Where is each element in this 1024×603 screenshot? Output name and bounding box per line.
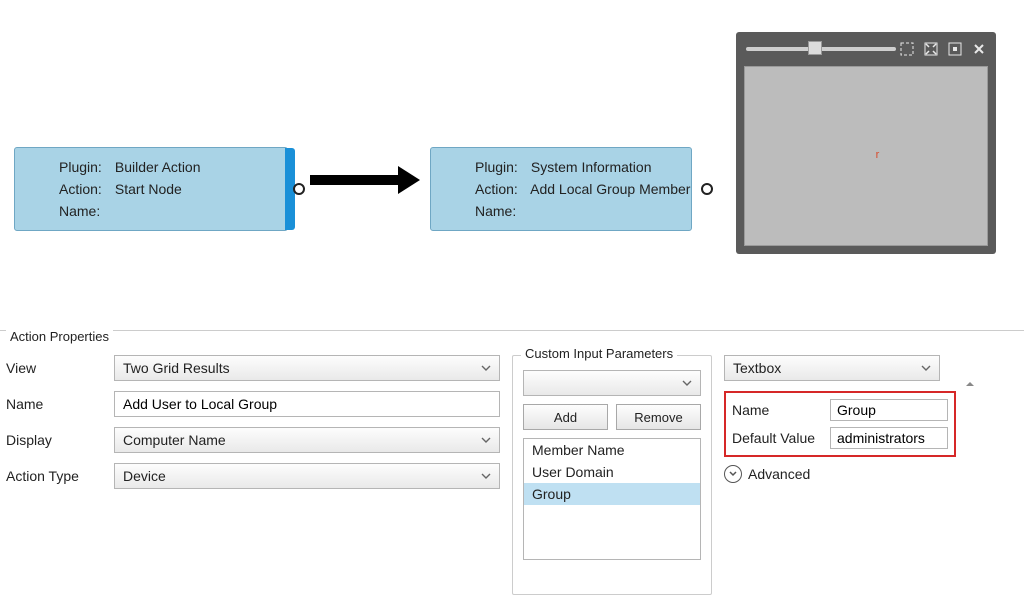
node-plugin-label: Plugin: <box>475 156 527 178</box>
view-label: View <box>6 360 114 376</box>
node-start[interactable]: Plugin: Builder Action Action: Start Nod… <box>14 147 288 231</box>
advanced-toggle[interactable]: Advanced <box>724 465 980 483</box>
chevron-down-icon <box>481 365 491 371</box>
node-action-value: Start Node <box>115 181 182 197</box>
action-properties-panel: Action Properties View Two Grid Results … <box>0 330 1024 603</box>
parameter-list[interactable]: Member Name User Domain Group <box>523 438 701 560</box>
scroll-up-icon[interactable] <box>964 379 978 393</box>
view-value: Two Grid Results <box>123 360 230 376</box>
node-action-label: Action: <box>59 178 111 200</box>
node-plugin-label: Plugin: <box>59 156 111 178</box>
expand-icon[interactable] <box>922 40 940 58</box>
edge-line <box>310 175 400 185</box>
minimap-panel[interactable]: r <box>736 32 996 254</box>
workflow-canvas[interactable]: Plugin: Builder Action Action: Start Nod… <box>0 0 1024 330</box>
param-name-input[interactable] <box>830 399 948 421</box>
remove-button[interactable]: Remove <box>616 404 701 430</box>
node-output-port[interactable] <box>293 183 305 195</box>
action-type-label: Action Type <box>6 468 114 484</box>
edge-arrow-icon <box>398 166 420 194</box>
add-button[interactable]: Add <box>523 404 608 430</box>
node-plugin-value: System Information <box>531 159 652 175</box>
node-name-label: Name: <box>59 200 111 222</box>
list-item[interactable]: Member Name <box>524 439 700 461</box>
parameter-detail-panel: Textbox Name Default Value <box>724 355 980 595</box>
cip-title: Custom Input Parameters <box>521 346 677 361</box>
parameter-type-select[interactable]: Textbox <box>724 355 940 381</box>
display-select[interactable]: Computer Name <box>114 427 500 453</box>
chevron-down-icon <box>682 380 692 386</box>
cip-dropdown[interactable] <box>523 370 701 396</box>
fit-icon[interactable] <box>898 40 916 58</box>
parameter-type-value: Textbox <box>733 360 781 376</box>
chevron-down-icon <box>481 437 491 443</box>
expand-circle-icon <box>724 465 742 483</box>
center-icon[interactable] <box>946 40 964 58</box>
node-output-port[interactable] <box>701 183 713 195</box>
action-type-value: Device <box>123 468 166 484</box>
name-label: Name <box>6 396 114 412</box>
node-action-label: Action: <box>475 178 527 200</box>
node-action-value: Add Local Group Member <box>530 181 690 197</box>
zoom-slider-thumb[interactable] <box>808 41 822 55</box>
list-item[interactable]: User Domain <box>524 461 700 483</box>
name-input[interactable] <box>114 391 500 417</box>
param-name-label: Name <box>732 402 830 418</box>
param-default-label: Default Value <box>732 430 830 446</box>
node-plugin-value: Builder Action <box>115 159 201 175</box>
node-name-label: Name: <box>475 200 527 222</box>
action-type-select[interactable]: Device <box>114 463 500 489</box>
node-add-local-group-member[interactable]: Plugin: System Information Action: Add L… <box>430 147 692 231</box>
close-icon[interactable] <box>970 40 988 58</box>
properties-form: View Two Grid Results Name Display Compu… <box>6 355 500 595</box>
custom-input-parameters-panel: Custom Input Parameters Add Remove Membe… <box>512 355 712 595</box>
list-item[interactable]: Group <box>524 483 700 505</box>
minimap-marker: r <box>876 149 880 161</box>
advanced-label: Advanced <box>748 466 810 482</box>
chevron-down-icon <box>921 365 931 371</box>
chevron-down-icon <box>481 473 491 479</box>
param-default-input[interactable] <box>830 427 948 449</box>
section-title: Action Properties <box>6 329 113 344</box>
display-value: Computer Name <box>123 432 226 448</box>
minimap-viewport[interactable]: r <box>744 66 988 246</box>
highlighted-region: Name Default Value <box>724 391 956 457</box>
view-select[interactable]: Two Grid Results <box>114 355 500 381</box>
display-label: Display <box>6 432 114 448</box>
